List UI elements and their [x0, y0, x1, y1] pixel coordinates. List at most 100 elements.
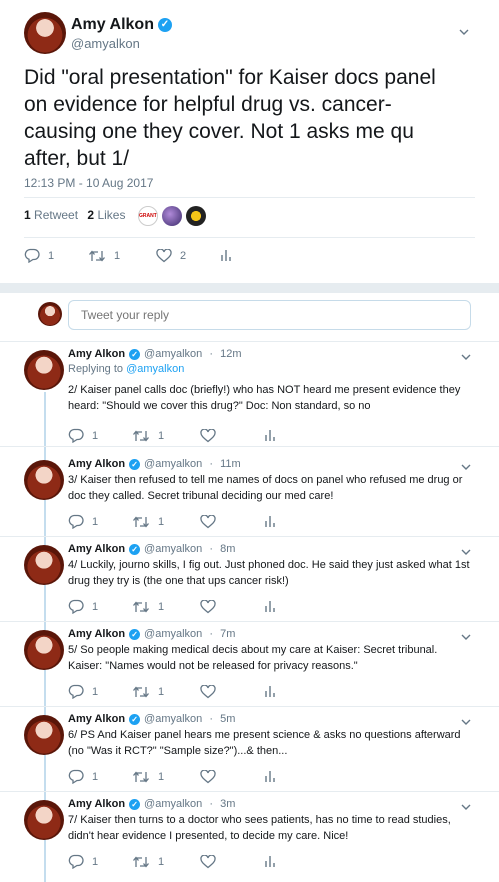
reply-tweet[interactable]: Amy Alkon ✓ @amyalkon · 5m 6/ PS And Kai…	[0, 707, 499, 791]
reply-button[interactable]: 1	[68, 769, 132, 784]
author-name[interactable]: Amy Alkon	[68, 458, 125, 470]
analytics-button[interactable]	[220, 249, 232, 262]
reply-button[interactable]: 1	[68, 428, 132, 443]
reply-tweet[interactable]: Amy Alkon ✓ @amyalkon · 12m Replying to …	[0, 342, 499, 446]
reply-composer	[0, 293, 499, 341]
retweet-icon	[132, 515, 150, 529]
avatar[interactable]	[24, 630, 64, 670]
verified-badge-icon: ✓	[129, 628, 141, 640]
retweet-stat[interactable]: 1 Retweet	[24, 208, 78, 222]
reply-button[interactable]: 1	[68, 599, 132, 614]
reply-count: 1	[92, 429, 99, 442]
reply-button[interactable]: 1	[68, 854, 132, 869]
reply-tweet[interactable]: Amy Alkon ✓ @amyalkon · 8m 4/ Luckily, j…	[0, 537, 499, 621]
chevron-down-icon[interactable]	[461, 717, 471, 727]
liker-avatar[interactable]	[162, 206, 182, 226]
analytics-button[interactable]	[264, 770, 276, 783]
reply-icon	[24, 248, 40, 263]
author-handle[interactable]: @amyalkon	[144, 628, 202, 640]
retweet-button[interactable]: 1	[132, 429, 200, 443]
like-button[interactable]: 2	[156, 248, 220, 263]
reply-button[interactable]: 1	[68, 514, 132, 529]
author-name-text[interactable]: Amy Alkon	[71, 16, 154, 34]
liker-avatar[interactable]: GRANTED	[138, 206, 158, 226]
reply-actions: 1 1	[68, 428, 276, 443]
analytics-icon	[264, 855, 276, 868]
tweet-page: Amy Alkon ✓ @amyalkon Did "oral presenta…	[0, 0, 499, 882]
reply-tweet[interactable]: Amy Alkon ✓ @amyalkon · 11m 3/ Kaiser th…	[0, 452, 499, 536]
chevron-down-icon[interactable]	[461, 352, 471, 362]
like-button[interactable]	[200, 599, 264, 614]
separator: ·	[206, 458, 217, 470]
reply-time[interactable]: 11m	[220, 458, 241, 470]
author-name[interactable]: Amy Alkon ✓	[71, 16, 172, 34]
avatar[interactable]	[24, 800, 64, 840]
reply-button[interactable]: 1	[24, 248, 88, 263]
chevron-down-icon[interactable]	[459, 27, 469, 37]
analytics-button[interactable]	[264, 855, 276, 868]
reply-actions: 1 1	[68, 854, 276, 869]
author-name[interactable]: Amy Alkon	[68, 543, 125, 555]
reply-time[interactable]: 3m	[220, 798, 235, 810]
analytics-button[interactable]	[264, 429, 276, 442]
heart-icon	[200, 514, 216, 529]
reply-time[interactable]: 5m	[220, 713, 235, 725]
retweet-icon	[132, 770, 150, 784]
author-handle[interactable]: @amyalkon	[144, 798, 202, 810]
analytics-button[interactable]	[264, 515, 276, 528]
likes-stat[interactable]: 2 Likes	[84, 208, 125, 222]
chevron-down-icon[interactable]	[461, 547, 471, 557]
main-tweet: Amy Alkon ✓ @amyalkon Did "oral presenta…	[0, 0, 499, 282]
avatar[interactable]	[24, 12, 66, 54]
reply-input[interactable]	[68, 300, 471, 330]
retweet-button[interactable]: 1	[132, 600, 200, 614]
retweet-icon	[132, 685, 150, 699]
tweet-stats: 1 Retweet 2 Likes	[24, 208, 125, 222]
like-button[interactable]	[200, 684, 264, 699]
avatar[interactable]	[24, 350, 64, 390]
retweet-button[interactable]: 1	[88, 249, 156, 263]
retweet-icon	[88, 249, 106, 263]
reply-tweet[interactable]: Amy Alkon ✓ @amyalkon · 3m 7/ Kaiser the…	[0, 792, 499, 882]
author-name[interactable]: Amy Alkon	[68, 798, 125, 810]
analytics-button[interactable]	[264, 685, 276, 698]
author-handle[interactable]: @amyalkon	[71, 36, 140, 51]
author-handle[interactable]: @amyalkon	[144, 713, 202, 725]
liker-avatar[interactable]	[186, 206, 206, 226]
reply-tweet[interactable]: Amy Alkon ✓ @amyalkon · 7m 5/ So people …	[0, 622, 499, 706]
chevron-down-icon[interactable]	[461, 632, 471, 642]
avatar[interactable]	[24, 460, 64, 500]
replying-to-link[interactable]: @amyalkon	[126, 363, 184, 375]
reply-count: 1	[92, 600, 99, 613]
author-handle[interactable]: @amyalkon	[144, 458, 202, 470]
reply-time[interactable]: 8m	[220, 543, 235, 555]
author-name[interactable]: Amy Alkon	[68, 713, 125, 725]
author-handle[interactable]: @amyalkon	[144, 348, 202, 360]
heart-icon	[200, 599, 216, 614]
separator: ·	[206, 348, 217, 360]
reply-time[interactable]: 7m	[220, 628, 235, 640]
retweet-button[interactable]: 1	[132, 515, 200, 529]
reply-button[interactable]: 1	[68, 684, 132, 699]
avatar[interactable]	[24, 715, 64, 755]
like-button[interactable]	[200, 514, 264, 529]
divider	[24, 197, 475, 198]
retweet-button[interactable]: 1	[132, 685, 200, 699]
like-button[interactable]	[200, 854, 264, 869]
like-button[interactable]	[200, 769, 264, 784]
retweet-count: 1	[158, 515, 165, 528]
author-handle[interactable]: @amyalkon	[144, 543, 202, 555]
author-name[interactable]: Amy Alkon	[68, 348, 125, 360]
retweet-button[interactable]: 1	[132, 855, 200, 869]
retweet-button[interactable]: 1	[132, 770, 200, 784]
divider	[0, 446, 499, 447]
chevron-down-icon[interactable]	[461, 802, 471, 812]
author-name[interactable]: Amy Alkon	[68, 628, 125, 640]
like-button[interactable]	[200, 428, 264, 443]
reply-time[interactable]: 12m	[220, 348, 241, 360]
reply-actions: 1 1	[68, 599, 276, 614]
analytics-button[interactable]	[264, 600, 276, 613]
chevron-down-icon[interactable]	[461, 462, 471, 472]
tweet-timestamp[interactable]: 12:13 PM - 10 Aug 2017	[24, 176, 153, 190]
avatar[interactable]	[24, 545, 64, 585]
